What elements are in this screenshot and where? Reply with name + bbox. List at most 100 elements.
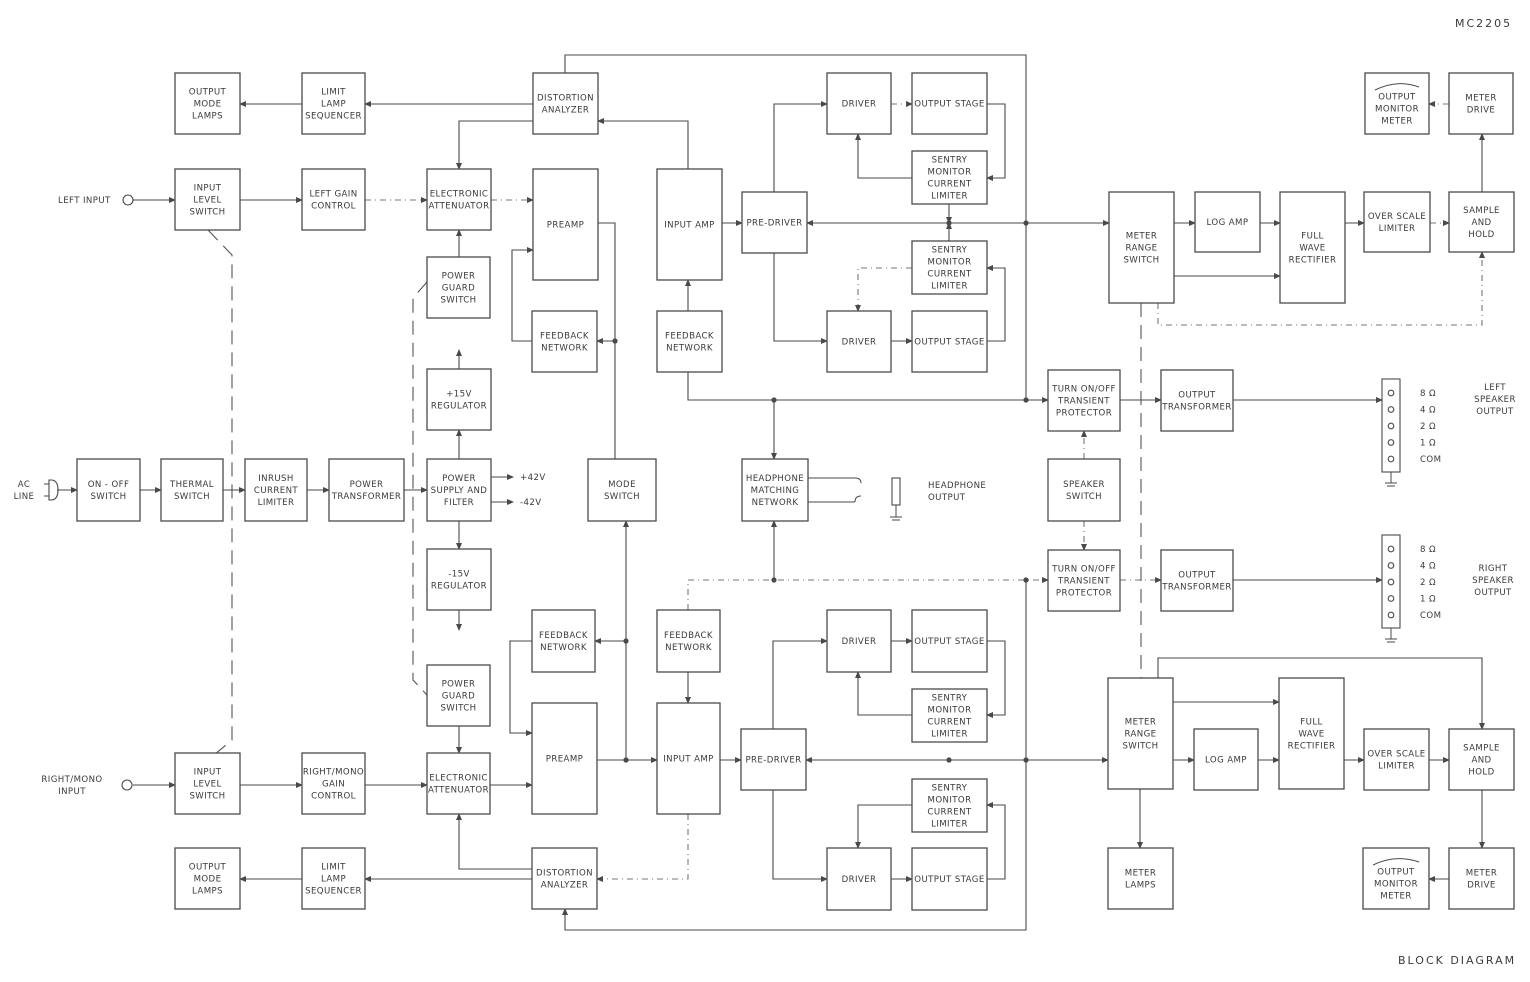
block-label: ANALYZER [541, 881, 589, 891]
minus-42v-label: -42V [520, 498, 542, 508]
block-label: ELECTRONIC [429, 774, 488, 784]
block-label: PRE-DRIVER [746, 219, 802, 229]
block-label: METER [1125, 869, 1157, 879]
block-label: DRIVER [842, 637, 877, 647]
block-l-gain: LEFT GAIN CONTROL [301, 168, 366, 231]
block-speaker-switch: SPEAKER SWITCH [1047, 458, 1121, 522]
block-label: OUTPUT STAGE [914, 637, 984, 647]
block-r-feedback-in: FEEDBACK NETWORK [656, 609, 721, 673]
block-label: OUTPUT STAGE [914, 100, 984, 110]
block-label: MONITOR [928, 168, 972, 178]
block-l-log-amp: LOG AMP [1194, 191, 1261, 253]
block-label: SWITCH [1123, 256, 1159, 266]
block-label: DRIVE [1467, 881, 1495, 891]
block-mode-switch: MODE SWITCH [587, 458, 657, 522]
right-speaker-terminal-icon[interactable] [1387, 545, 1395, 553]
headphone-jack-contacts-icon [854, 477, 862, 503]
block-frame [426, 368, 492, 431]
block-label: TRANSIENT [1057, 577, 1110, 587]
block-r-preamp: PREAMP [531, 702, 598, 815]
block-r-feedback-pre: FEEDBACK NETWORK [531, 609, 596, 673]
block-label: INRUSH [258, 474, 294, 484]
headphone-output-label: HEADPHONE [928, 481, 986, 491]
left-speaker-terminal-icon[interactable] [1387, 389, 1395, 397]
block-label: LOG AMP [1207, 218, 1249, 228]
block-label: NETWORK [540, 643, 587, 653]
left-speaker-terminal-icon[interactable] [1387, 455, 1395, 463]
block-label: SWITCH [1066, 492, 1102, 502]
block-label: CURRENT [927, 180, 971, 190]
right-speaker-tap-label: 8 Ω [1420, 545, 1436, 555]
right-speaker-tap-label: 4 Ω [1420, 562, 1436, 572]
block-label: SWITCH [604, 492, 640, 502]
block-r-sample-hold: SAMPLE AND HOLD [1448, 728, 1515, 791]
block-label: REGULATOR [431, 402, 487, 412]
headphone-jack-icon[interactable] [891, 477, 901, 506]
block-frame [1363, 191, 1431, 253]
right-input-label: RIGHT/MONO [41, 775, 102, 785]
block-label: OUTPUT [1378, 93, 1416, 103]
right-speaker-terminal-icon[interactable] [1387, 578, 1395, 586]
block-reg-minus15: -15V REGULATOR [426, 548, 492, 611]
signal-wire [855, 671, 912, 716]
block-r-meter-lamps: METER LAMPS [1107, 847, 1174, 910]
block-frame [1448, 847, 1515, 910]
block-label: TRANSFORMER [1161, 583, 1232, 593]
block-label: MODE [194, 100, 222, 110]
left-speaker-tap-label: 2 Ω [1420, 422, 1436, 432]
block-label: OUTPUT [1178, 391, 1216, 401]
ac-plug-icon [44, 479, 59, 501]
block-label: SAMPLE [1463, 744, 1500, 754]
block-label: OVER SCALE [1368, 212, 1426, 222]
ac-line-label: LINE [14, 492, 35, 502]
block-label: OUTPUT [189, 863, 227, 873]
block-label: FEEDBACK [539, 631, 588, 641]
left-speaker-tap-label: 4 Ω [1420, 406, 1436, 416]
block-r-input-amp: INPUT AMP [656, 702, 721, 815]
signal-wire [597, 118, 689, 169]
block-r-pre-driver: PRE-DRIVER [740, 728, 807, 791]
block-r-sentry-b: SENTRY MONITOR CURRENT LIMITER [911, 778, 988, 833]
block-r-limit-lamp-seq: LIMIT LAMP SEQUENCER [301, 847, 366, 910]
block-frame [426, 548, 492, 611]
right-speaker-terminal-icon[interactable] [1387, 611, 1395, 619]
block-l-monitor-meter: OUTPUT MONITOR METER [1364, 72, 1430, 135]
block-label: NETWORK [666, 344, 713, 354]
block-frame [531, 310, 598, 373]
signal-wire [772, 790, 828, 882]
block-label: SWITCH [189, 792, 225, 802]
signal-wire [773, 101, 828, 192]
left-speaker-terminal-icon[interactable] [1387, 439, 1395, 446]
block-r-power-guard: POWER GUARD SWITCH [426, 664, 491, 727]
block-label: MONITOR [928, 796, 972, 806]
right-speaker-terminal-icon[interactable] [1387, 595, 1395, 602]
block-label: RECTIFIER [1289, 256, 1337, 266]
block-label: OUTPUT STAGE [914, 338, 984, 348]
left-speaker-terminal-icon[interactable] [1387, 406, 1395, 413]
block-l-sample-hold: SAMPLE AND HOLD [1448, 191, 1515, 253]
block-label: -15V [448, 570, 470, 580]
signal-wire [773, 253, 828, 344]
block-label: PRE-DRIVER [745, 756, 801, 766]
block-label: LIMITER [931, 192, 968, 202]
right-input-jack-icon[interactable] [121, 779, 133, 791]
left-speaker-output-label: LEFT [1484, 383, 1506, 393]
block-power-xfmr: POWER TRANSFORMER [328, 458, 405, 522]
block-r-output-a: OUTPUT STAGE [911, 609, 988, 673]
left-speaker-terminal-icon[interactable] [1387, 422, 1395, 430]
block-l-distortion: DISTORTION ANALYZER [532, 72, 599, 135]
block-label: PREAMP [547, 221, 584, 231]
block-r-driver-b: DRIVER [826, 847, 892, 911]
signal-wire [855, 804, 912, 849]
block-label: FEEDBACK [540, 332, 589, 342]
block-label: SEQUENCER [305, 112, 362, 122]
left-input-jack-icon[interactable] [122, 194, 134, 206]
left-speaker-tap-label: 1 Ω [1420, 439, 1436, 449]
left-speaker-output-label: OUTPUT [1476, 407, 1514, 417]
right-speaker-terminal-icon[interactable] [1387, 562, 1395, 569]
block-frame [1448, 72, 1514, 135]
block-label: RECTIFIER [1288, 742, 1336, 752]
block-label: SENTRY [932, 156, 968, 166]
signal-wire [986, 103, 1006, 181]
block-label: OUTPUT [1178, 571, 1216, 581]
